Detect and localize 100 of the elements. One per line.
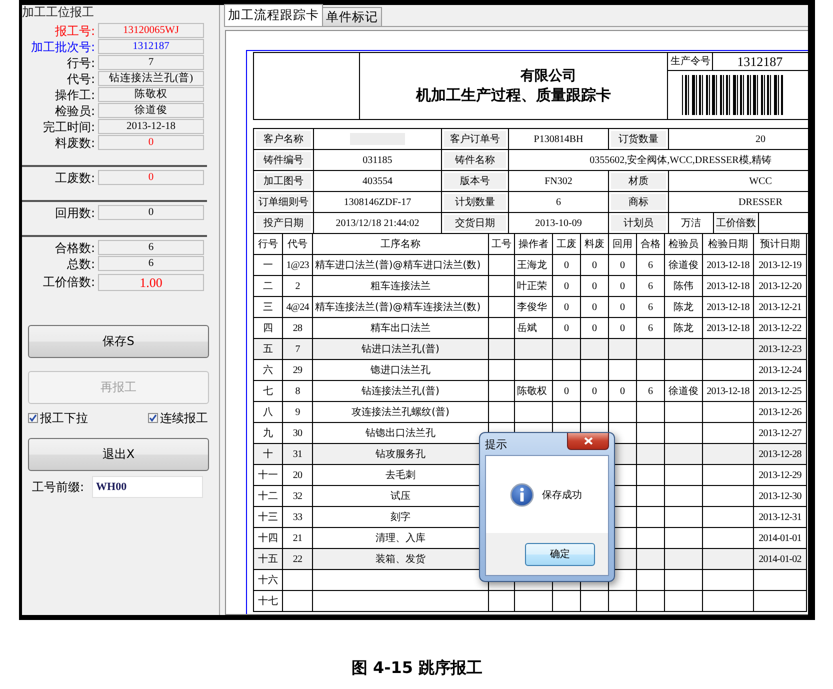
- table-cell: 徐道俊: [665, 381, 703, 402]
- table-cell: 陈敬权: [515, 381, 553, 402]
- field-label: 总数:: [66, 256, 95, 270]
- tab[interactable]: 加工流程跟踪卡: [224, 4, 323, 26]
- info-label: 客户名称: [254, 129, 314, 149]
- column-header: 回用: [609, 234, 637, 255]
- table-cell: 2013-12-18: [703, 318, 754, 339]
- field-label: 加工批次号:: [30, 40, 95, 54]
- save-button[interactable]: 保存S: [28, 325, 209, 358]
- table-cell: 2013-12-21: [754, 297, 807, 318]
- table-cell: 0: [581, 381, 609, 402]
- table-cell: 陈龙: [665, 318, 703, 339]
- table-cell: 33: [283, 507, 313, 528]
- checkbox[interactable]: [28, 413, 38, 423]
- table-cell: 28: [283, 318, 313, 339]
- checkbox-label[interactable]: 连续报工: [160, 410, 208, 426]
- table-cell: 钻连接法兰孔(普): [313, 381, 489, 402]
- close-button[interactable]: [567, 433, 609, 450]
- table-cell: 六: [254, 360, 283, 381]
- info-label: 订货数量: [609, 129, 669, 149]
- table-cell: 0: [581, 297, 609, 318]
- table-cell: 七: [254, 381, 283, 402]
- table-cell: 0: [553, 297, 581, 318]
- table-cell: 22: [283, 549, 313, 570]
- table-cell: 6: [637, 381, 665, 402]
- table-cell: 四: [254, 318, 283, 339]
- table-cell: 2013-12-20: [754, 276, 807, 297]
- table-cell: 粗车连接法兰: [313, 276, 489, 297]
- info-label: 铸件名称: [442, 150, 509, 170]
- exit-button[interactable]: 退出X: [28, 438, 209, 471]
- dialog-message: 保存成功: [542, 488, 582, 502]
- table-cell: 2013-12-29: [754, 465, 807, 486]
- figure-caption: 图 4-15 跳序报工: [350, 658, 484, 678]
- table-cell: 十一: [254, 465, 283, 486]
- table-cell: 7: [283, 339, 313, 360]
- checkbox[interactable]: [148, 413, 158, 423]
- field-label: 回用数:: [54, 206, 95, 220]
- table-cell: 锪进口法兰孔: [313, 360, 489, 381]
- field-value: 1.00: [98, 274, 204, 290]
- table-cell: 十: [254, 444, 283, 465]
- table-cell: 九: [254, 423, 283, 444]
- info-label: 交货日期: [442, 213, 509, 233]
- close-icon: [584, 437, 592, 445]
- table-cell: 李俊华: [515, 297, 553, 318]
- table-cell: 0: [553, 255, 581, 276]
- field-label: 代号:: [66, 72, 95, 86]
- table-cell: 2: [283, 276, 313, 297]
- tab[interactable]: 单件标记: [322, 7, 382, 26]
- checkbox-label[interactable]: 报工下拉: [40, 410, 88, 426]
- field-label: 行号:: [66, 56, 95, 70]
- prefix-field[interactable]: WH00: [92, 476, 204, 498]
- company-name: 有限公司: [519, 67, 577, 85]
- table-cell: 2013-12-18: [703, 381, 754, 402]
- table-cell: 十七: [254, 591, 283, 612]
- column-header: 料废: [581, 234, 609, 255]
- table-cell: 十三: [254, 507, 283, 528]
- card-title: 机加工生产过程、质量跟踪卡: [416, 85, 612, 105]
- table-cell: 2013-12-24: [754, 360, 807, 381]
- column-header: 检验日期: [703, 234, 754, 255]
- table-cell: 0: [609, 276, 637, 297]
- field-value: 6: [98, 240, 204, 255]
- table-cell: 精车连接法兰(普)@精车连接法兰(数): [313, 297, 489, 318]
- table-cell: 0: [553, 276, 581, 297]
- table-cell: 八: [254, 402, 283, 423]
- order-label: 生产令号: [668, 53, 714, 70]
- table-cell: 徐道俊: [665, 255, 703, 276]
- field-value: 13120065WJ: [98, 23, 204, 38]
- table-cell: 十六: [254, 570, 283, 591]
- info-label: 工价倍数: [714, 213, 759, 233]
- info-label: 版本号: [442, 171, 509, 191]
- column-header: 检验员: [665, 234, 703, 255]
- field-label: 报工号:: [54, 24, 95, 38]
- table-cell: 2013-12-18: [703, 276, 754, 297]
- field-value: 徐道俊: [98, 103, 204, 118]
- table-cell: 9: [283, 402, 313, 423]
- table-cell: 2013-12-27: [754, 423, 807, 444]
- info-icon: [510, 482, 534, 506]
- column-header: 行号: [254, 234, 283, 255]
- table-cell: 0: [609, 255, 637, 276]
- info-label: 订单细则号: [254, 192, 314, 212]
- table-cell: 陈伟: [665, 276, 703, 297]
- table-cell: 2013-12-18: [703, 255, 754, 276]
- table-cell: 2013-12-19: [754, 255, 807, 276]
- table-cell: 2013-12-26: [754, 402, 807, 423]
- table-cell: 2013-12-28: [754, 444, 807, 465]
- table-cell: 二: [254, 276, 283, 297]
- field-value: 2013-12-18: [98, 119, 204, 134]
- field-value: 0: [98, 205, 204, 220]
- table-cell: 叶正荣: [515, 276, 553, 297]
- column-header: 工序名称: [313, 234, 489, 255]
- field-value: 0: [98, 170, 204, 185]
- table-cell: 6: [637, 255, 665, 276]
- ok-button[interactable]: 确定: [525, 542, 595, 566]
- field-label: 操作工:: [54, 88, 95, 102]
- column-header: 工号: [489, 234, 515, 255]
- table-cell: 王海龙: [515, 255, 553, 276]
- table-cell: 钻进口法兰孔(普): [313, 339, 489, 360]
- table-cell: 21: [283, 528, 313, 549]
- table-cell: 2013-12-22: [754, 318, 807, 339]
- table-cell: 十四: [254, 528, 283, 549]
